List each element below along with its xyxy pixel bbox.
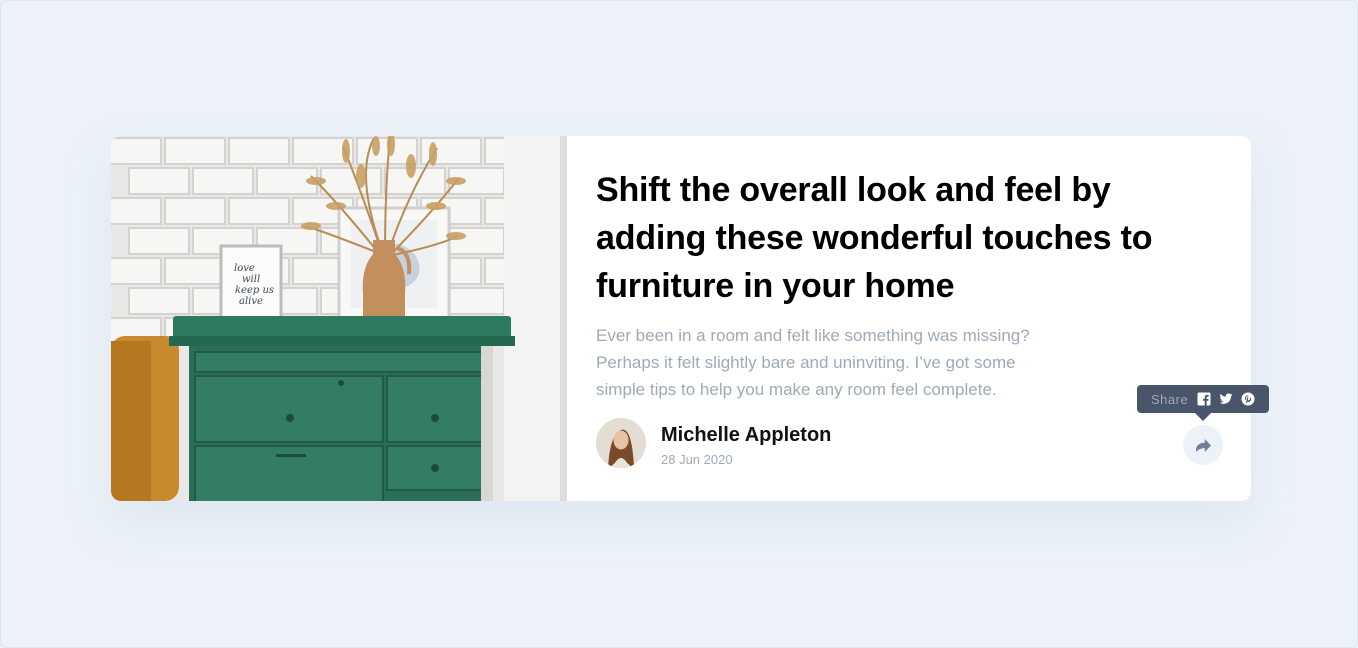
author-info: Michelle Appleton 28 Jun 2020 <box>596 418 996 468</box>
frame-text-1: love <box>234 263 255 274</box>
twitter-icon[interactable] <box>1219 392 1233 406</box>
facebook-icon[interactable] <box>1197 392 1211 406</box>
article-content: Shift the overall look and feel by addin… <box>596 136 1216 501</box>
share-tooltip: Share <box>1137 385 1269 421</box>
article-card: love will keep us alive Shift the overal… <box>111 136 1269 501</box>
author-avatar <box>596 418 646 468</box>
share-button[interactable] <box>1183 425 1223 465</box>
article-image: love will keep us alive <box>111 136 567 501</box>
share-icon <box>1195 438 1211 452</box>
frame-text-2: will <box>242 274 260 285</box>
share-label: Share <box>1151 391 1189 407</box>
article-excerpt: Ever been in a room and felt like someth… <box>596 326 1030 399</box>
frame-text-3: keep us <box>235 285 274 296</box>
article-title: Shift the overall look and feel by addin… <box>596 171 1153 305</box>
author-name: Michelle Appleton <box>661 424 832 446</box>
pinterest-icon[interactable] <box>1241 392 1255 406</box>
author-date: 28 Jun 2020 <box>661 452 733 467</box>
frame-text-4: alive <box>239 296 263 307</box>
